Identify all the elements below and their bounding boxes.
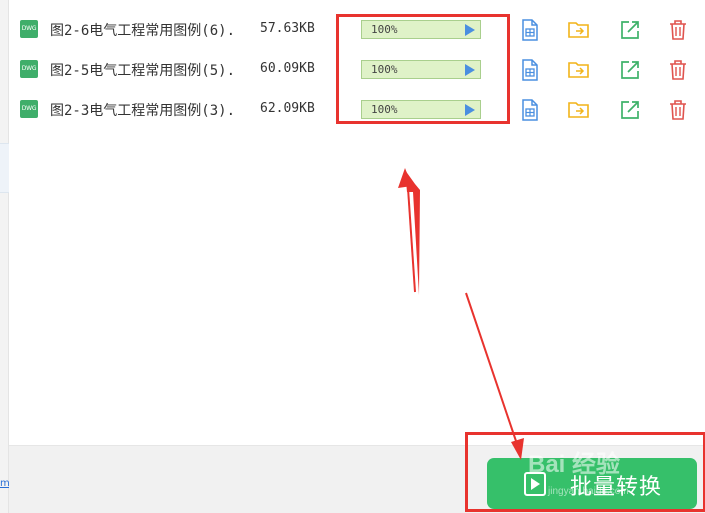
- conversion-progress-bar: 100%: [361, 20, 481, 39]
- batch-convert-button[interactable]: 批量转换: [487, 458, 697, 509]
- progress-percent: 100%: [371, 63, 398, 76]
- play-icon[interactable]: [465, 24, 475, 36]
- preview-file-button[interactable]: [518, 98, 542, 122]
- preview-file-button[interactable]: [518, 58, 542, 82]
- file-preview-icon: [522, 59, 538, 81]
- open-file-button[interactable]: [618, 98, 642, 122]
- conversion-progress-bar: 100%: [361, 100, 481, 119]
- open-folder-icon: [568, 22, 589, 38]
- open-folder-button[interactable]: [567, 58, 591, 82]
- trash-icon: [670, 100, 686, 120]
- file-row: DWG 图2-5电气工程常用图例(5). 60.09KB 100%: [9, 51, 705, 91]
- file-size: 60.09KB: [260, 61, 315, 76]
- delete-file-button[interactable]: [666, 18, 690, 42]
- trash-icon: [670, 20, 686, 40]
- file-preview-icon: [522, 99, 538, 121]
- file-size: 57.63KB: [260, 21, 315, 36]
- dwg-file-icon: DWG: [20, 60, 38, 78]
- left-panel-selected-segment: [0, 143, 9, 193]
- bottom-toolbar: 批量转换: [9, 445, 705, 513]
- external-open-icon: [621, 61, 639, 79]
- dwg-file-icon: DWG: [20, 100, 38, 118]
- open-file-button[interactable]: [618, 18, 642, 42]
- open-folder-icon: [568, 62, 589, 78]
- delete-file-button[interactable]: [666, 58, 690, 82]
- file-row: DWG 图2-6电气工程常用图例(6). 57.63KB 100%: [9, 11, 705, 51]
- delete-file-button[interactable]: [666, 98, 690, 122]
- open-file-button[interactable]: [618, 58, 642, 82]
- file-row: DWG 图2-3电气工程常用图例(3). 62.09KB 100%: [9, 91, 705, 131]
- progress-percent: 100%: [371, 103, 398, 116]
- file-list: DWG 图2-6电气工程常用图例(6). 57.63KB 100% DWG 图2…: [9, 0, 705, 445]
- batch-convert-label: 批量转换: [570, 475, 663, 500]
- play-icon[interactable]: [465, 64, 475, 76]
- external-open-icon: [621, 101, 639, 119]
- left-panel-strip: [0, 0, 9, 513]
- open-folder-icon: [568, 102, 589, 118]
- file-name: 图2-6电气工程常用图例(6).: [50, 23, 236, 39]
- external-open-icon: [621, 21, 639, 39]
- open-folder-button[interactable]: [567, 18, 591, 42]
- open-folder-button[interactable]: [567, 98, 591, 122]
- trash-icon: [670, 60, 686, 80]
- file-name: 图2-5电气工程常用图例(5).: [50, 63, 236, 79]
- play-icon[interactable]: [465, 104, 475, 116]
- play-icon: [524, 472, 546, 496]
- progress-percent: 100%: [371, 23, 398, 36]
- file-preview-icon: [522, 19, 538, 41]
- file-name: 图2-3电气工程常用图例(3).: [50, 103, 236, 119]
- preview-file-button[interactable]: [518, 18, 542, 42]
- dwg-file-icon: DWG: [20, 20, 38, 38]
- conversion-progress-bar: 100%: [361, 60, 481, 79]
- file-size: 62.09KB: [260, 101, 315, 116]
